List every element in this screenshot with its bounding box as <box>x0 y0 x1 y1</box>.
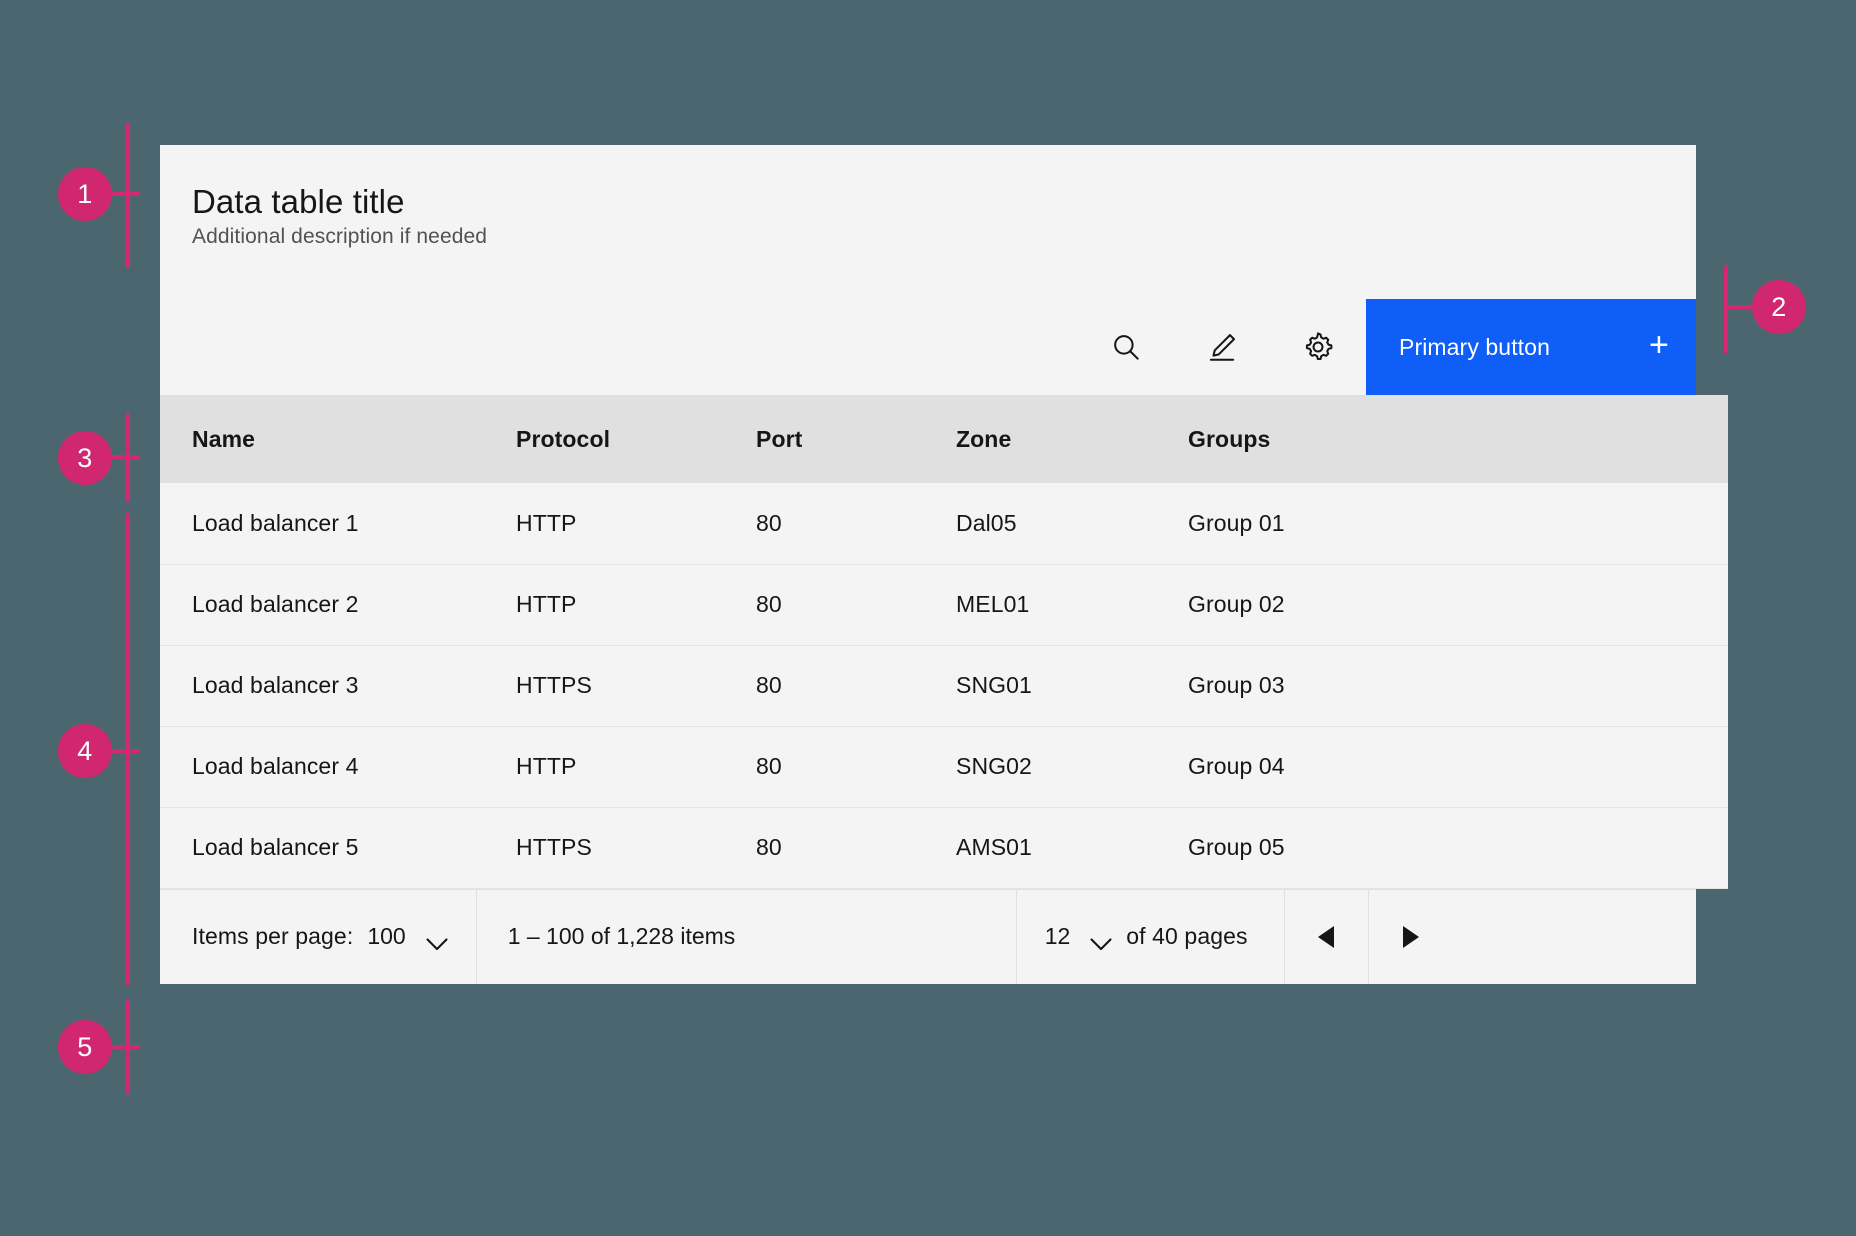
cell-groups: Group 04 <box>1188 726 1728 807</box>
column-header-zone[interactable]: Zone <box>956 395 1188 483</box>
annotation-marker-2: 2 <box>1752 280 1806 334</box>
page-number-select[interactable]: 12 <box>1045 923 1113 950</box>
cell-zone: MEL01 <box>956 564 1188 645</box>
cell-name: Load balancer 1 <box>160 483 516 564</box>
cell-zone: Dal05 <box>956 483 1188 564</box>
pagination-bar: Items per page: 100 1 – 100 of 1,228 ite… <box>160 889 1696 984</box>
cell-name: Load balancer 2 <box>160 564 516 645</box>
items-per-page-select[interactable]: 100 <box>367 923 447 950</box>
annotation-marker-3: 3 <box>58 431 112 485</box>
cell-zone: SNG02 <box>956 726 1188 807</box>
annotation-bracket-2 <box>1724 265 1728 353</box>
annotation-stub-4 <box>112 749 140 753</box>
table-toolbar: Primary button + <box>160 299 1696 395</box>
table-row[interactable]: Load balancer 3 HTTPS 80 SNG01 Group 03 <box>160 645 1728 726</box>
pagination-range: 1 – 100 of 1,228 items <box>477 890 1017 984</box>
cell-protocol: HTTP <box>516 564 756 645</box>
annotation-number: 3 <box>77 445 93 472</box>
cell-protocol: HTTP <box>516 483 756 564</box>
annotation-stub-5 <box>112 1045 140 1049</box>
search-button[interactable] <box>1078 299 1174 395</box>
annotation-number: 4 <box>77 738 93 765</box>
annotation-marker-1: 1 <box>58 167 112 221</box>
table-row[interactable]: Load balancer 5 HTTPS 80 AMS01 Group 05 <box>160 807 1728 888</box>
cell-groups: Group 02 <box>1188 564 1728 645</box>
annotation-number: 1 <box>77 181 93 208</box>
data-table-panel: Data table title Additional description … <box>160 145 1696 984</box>
table-header-row: Name Protocol Port Zone Groups <box>160 395 1728 483</box>
table-row[interactable]: Load balancer 1 HTTP 80 Dal05 Group 01 <box>160 483 1728 564</box>
annotation-stub-3 <box>112 455 140 459</box>
column-header-protocol[interactable]: Protocol <box>516 395 756 483</box>
cell-name: Load balancer 5 <box>160 807 516 888</box>
items-per-page-label: Items per page: <box>192 923 353 950</box>
cell-groups: Group 05 <box>1188 807 1728 888</box>
settings-button[interactable] <box>1270 299 1366 395</box>
column-header-groups[interactable]: Groups <box>1188 395 1728 483</box>
column-header-name[interactable]: Name <box>160 395 516 483</box>
cell-groups: Group 01 <box>1188 483 1728 564</box>
cell-zone: SNG01 <box>956 645 1188 726</box>
edit-button[interactable] <box>1174 299 1270 395</box>
caret-left-icon <box>1318 926 1334 948</box>
caret-right-icon <box>1403 926 1419 948</box>
table-row[interactable]: Load balancer 2 HTTP 80 MEL01 Group 02 <box>160 564 1728 645</box>
chevron-down-icon <box>1090 930 1112 943</box>
plus-icon: + <box>1649 328 1669 362</box>
table-head: Name Protocol Port Zone Groups <box>160 395 1728 483</box>
cell-port: 80 <box>756 645 956 726</box>
primary-action-button[interactable]: Primary button + <box>1366 299 1696 395</box>
table-body: Load balancer 1 HTTP 80 Dal05 Group 01 L… <box>160 483 1728 888</box>
current-page-value: 12 <box>1045 923 1071 950</box>
primary-button-label: Primary button <box>1399 334 1550 361</box>
cell-protocol: HTTPS <box>516 645 756 726</box>
cell-port: 80 <box>756 807 956 888</box>
column-header-port[interactable]: Port <box>756 395 956 483</box>
annotation-marker-5: 5 <box>58 1020 112 1074</box>
search-icon <box>1109 330 1143 364</box>
previous-page-button[interactable] <box>1285 890 1369 984</box>
cell-port: 80 <box>756 564 956 645</box>
cell-name: Load balancer 4 <box>160 726 516 807</box>
settings-icon <box>1301 330 1335 364</box>
items-per-page-group: Items per page: 100 <box>160 890 477 984</box>
page-description: Additional description if needed <box>192 225 1696 249</box>
cell-name: Load balancer 3 <box>160 645 516 726</box>
annotation-number: 2 <box>1771 294 1787 321</box>
next-page-button[interactable] <box>1369 890 1453 984</box>
annotation-stub-1 <box>112 192 140 196</box>
items-per-page-value: 100 <box>367 923 405 950</box>
annotation-marker-4: 4 <box>58 724 112 778</box>
chevron-down-icon <box>426 930 448 943</box>
annotation-stub-2 <box>1724 305 1754 309</box>
cell-zone: AMS01 <box>956 807 1188 888</box>
cell-protocol: HTTPS <box>516 807 756 888</box>
pagination-range-text: 1 – 100 of 1,228 items <box>508 923 736 950</box>
cell-protocol: HTTP <box>516 726 756 807</box>
table-header-block: Data table title Additional description … <box>160 145 1696 249</box>
page-title: Data table title <box>192 183 1696 221</box>
page-select-group: 12 of 40 pages <box>1017 890 1285 984</box>
total-pages-label: of 40 pages <box>1126 923 1247 950</box>
cell-port: 80 <box>756 483 956 564</box>
edit-icon <box>1205 330 1239 364</box>
data-table: Name Protocol Port Zone Groups Load bala… <box>160 395 1728 889</box>
cell-groups: Group 03 <box>1188 645 1728 726</box>
annotation-number: 5 <box>77 1034 93 1061</box>
cell-port: 80 <box>756 726 956 807</box>
table-row[interactable]: Load balancer 4 HTTP 80 SNG02 Group 04 <box>160 726 1728 807</box>
